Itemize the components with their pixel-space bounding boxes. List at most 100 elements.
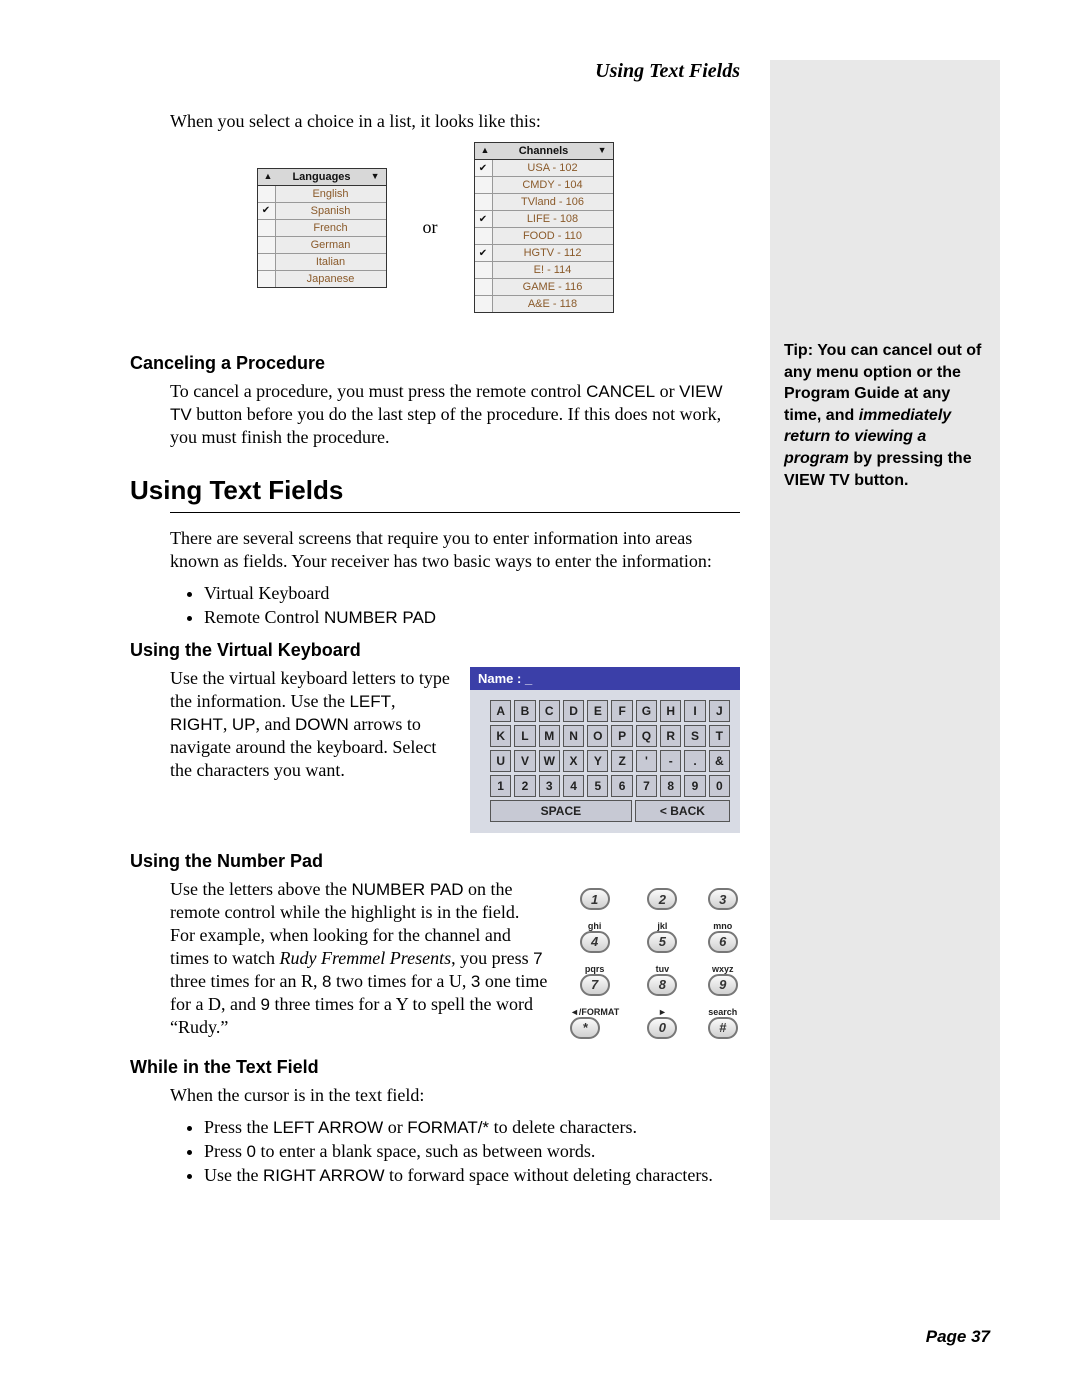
- text: Use the virtual keyboard letters to type…: [170, 668, 450, 711]
- left-key: LEFT: [349, 692, 391, 711]
- cancel-heading: Canceling a Procedure: [130, 353, 740, 374]
- checkbox-icon: [258, 186, 276, 202]
- vk-key: 9: [684, 775, 705, 797]
- dropdown-row: ✔HGTV - 112: [475, 244, 613, 261]
- numpad-label: ◄/FORMAT: [570, 1007, 619, 1017]
- checkbox-icon: [475, 296, 493, 312]
- text: Remote Control: [204, 607, 324, 627]
- right-arrow-key: RIGHT ARROW: [263, 1166, 385, 1185]
- numpad-button: 5: [647, 931, 677, 953]
- vk-key: S: [684, 725, 705, 747]
- np-heading: Using the Number Pad: [130, 851, 740, 872]
- numpad-label: tuv: [647, 964, 677, 974]
- vk-key: I: [684, 700, 705, 722]
- checkbox-icon: [258, 271, 276, 287]
- vk-key: W: [539, 750, 560, 772]
- numpad-label: jkl: [647, 921, 677, 931]
- checkbox-icon: ✔: [475, 160, 493, 176]
- numpad-cell: pqrs7: [580, 964, 610, 997]
- vk-key: 5: [587, 775, 608, 797]
- checkbox-icon: ✔: [475, 211, 493, 227]
- numpad-cell: ►0: [647, 1007, 677, 1040]
- vk-key: Z: [611, 750, 632, 772]
- numpad-label: pqrs: [580, 964, 610, 974]
- numpad-button: 3: [708, 888, 738, 910]
- dropdown-row: Japanese: [258, 270, 386, 287]
- list-item: Remote Control NUMBER PAD: [204, 607, 740, 628]
- numpad-cell: 2: [647, 878, 677, 911]
- dropdown-label: FOOD - 110: [493, 229, 613, 243]
- vk-key: -: [660, 750, 681, 772]
- cancel-paragraph: To cancel a procedure, you must press th…: [170, 380, 740, 449]
- numpad-cell: search#: [708, 1007, 738, 1040]
- dropdown-label: LIFE - 108: [493, 212, 613, 226]
- vk-key: E: [587, 700, 608, 722]
- checkbox-icon: [258, 237, 276, 253]
- text: two times for a U,: [331, 971, 470, 991]
- text: , and: [256, 714, 296, 734]
- text: , you press: [451, 948, 533, 968]
- numpad-button: *: [570, 1017, 600, 1039]
- checkbox-icon: ✔: [258, 203, 276, 219]
- dropdown-row: A&E - 118: [475, 295, 613, 312]
- text: to forward space without deleting charac…: [385, 1165, 713, 1185]
- vk-key: U: [490, 750, 511, 772]
- vk-key: L: [514, 725, 535, 747]
- text-fields-heading: Using Text Fields: [130, 475, 740, 506]
- channels-header: Channels: [475, 143, 613, 160]
- list-selection-figure: Languages English✔SpanishFrenchGermanIta…: [130, 142, 740, 313]
- numpad-cell: 3: [708, 878, 738, 911]
- vk-key: A: [490, 700, 511, 722]
- text: Press: [204, 1141, 247, 1161]
- intext-intro: When the cursor is in the text field:: [170, 1084, 740, 1107]
- numpad-label: wxyz: [708, 964, 738, 974]
- section-rule: [170, 512, 740, 513]
- numpad-cell: ghi4: [580, 921, 610, 954]
- dropdown-row: ✔LIFE - 108: [475, 210, 613, 227]
- dropdown-row: FOOD - 110: [475, 227, 613, 244]
- text: ,: [223, 714, 232, 734]
- list-item: Press 0 to enter a blank space, such as …: [204, 1141, 740, 1162]
- dropdown-label: USA - 102: [493, 161, 613, 175]
- vk-key: Y: [587, 750, 608, 772]
- checkbox-icon: [475, 262, 493, 278]
- number-pad-label: NUMBER PAD: [351, 880, 463, 899]
- numpad-label: [580, 878, 610, 888]
- key-3: 3: [471, 972, 480, 991]
- intext-heading: While in the Text Field: [130, 1057, 740, 1078]
- numpad-button: 9: [708, 974, 738, 996]
- text: button before you do the last step of th…: [170, 404, 721, 447]
- numpad-cell: tuv8: [647, 964, 677, 997]
- vk-key: 0: [709, 775, 730, 797]
- numpad-button: #: [708, 1017, 738, 1039]
- show-title: Rudy Fremmel Presents: [279, 948, 451, 968]
- virtual-keyboard-figure: Name : _ ABCDEFGHIJKLMNOPQRSTUVWXYZ'-.&1…: [470, 667, 740, 833]
- page-number: Page 37: [926, 1327, 990, 1347]
- input-methods-list: Virtual Keyboard Remote Control NUMBER P…: [184, 583, 740, 628]
- vk-key: 7: [636, 775, 657, 797]
- numpad-button: 6: [708, 931, 738, 953]
- up-key: UP: [232, 715, 256, 734]
- vk-key: 2: [514, 775, 535, 797]
- vk-key: &: [709, 750, 730, 772]
- dropdown-label: A&E - 118: [493, 297, 613, 311]
- list-item: Use the RIGHT ARROW to forward space wit…: [204, 1165, 740, 1186]
- numpad-label: ►: [647, 1007, 677, 1017]
- dropdown-label: HGTV - 112: [493, 246, 613, 260]
- checkbox-icon: [475, 177, 493, 193]
- vk-key: J: [709, 700, 730, 722]
- text: or: [655, 381, 679, 401]
- languages-dropdown: Languages English✔SpanishFrenchGermanIta…: [257, 168, 387, 288]
- vk-key: P: [611, 725, 632, 747]
- text: or: [383, 1117, 407, 1137]
- or-separator: or: [423, 217, 438, 238]
- key-7: 7: [533, 949, 542, 968]
- vk-key: 3: [539, 775, 560, 797]
- page-header-title: Using Text Fields: [130, 60, 740, 83]
- vk-key: X: [563, 750, 584, 772]
- vk-key: T: [709, 725, 730, 747]
- number-pad-label: NUMBER PAD: [324, 608, 436, 627]
- dropdown-row: English: [258, 186, 386, 202]
- dropdown-row: ✔Spanish: [258, 202, 386, 219]
- dropdown-label: Japanese: [276, 272, 386, 286]
